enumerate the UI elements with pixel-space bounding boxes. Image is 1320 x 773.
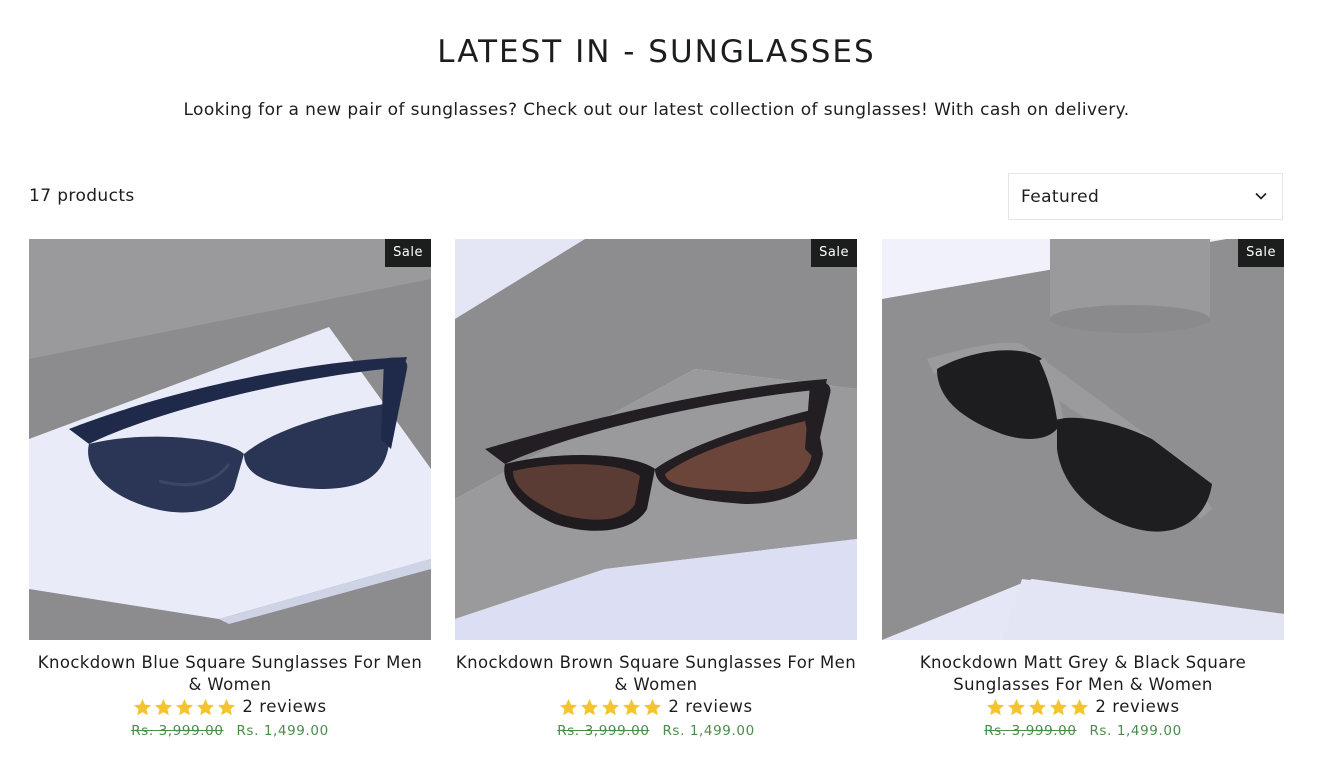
star-icon — [560, 698, 578, 715]
collection-title: LATEST IN - SUNGLASSES — [437, 34, 876, 70]
product-title[interactable]: Knockdown Matt Grey & Black Square Sungl… — [882, 652, 1284, 696]
review-count[interactable]: 2 reviews — [1095, 696, 1179, 718]
collection-description: Looking for a new pair of sunglasses? Ch… — [183, 100, 1130, 120]
sort-selected-value: Featured — [1021, 186, 1100, 207]
sale-badge: Sale — [1238, 239, 1284, 267]
product-count: 17 products — [29, 186, 135, 206]
star-icon — [581, 698, 599, 715]
star-icon — [1008, 698, 1026, 715]
sale-price: Rs. 1,499.00 — [236, 723, 329, 739]
star-icon — [155, 698, 173, 715]
compare-at-price: Rs. 3,999.00 — [984, 723, 1077, 739]
compare-at-price: Rs. 3,999.00 — [557, 723, 650, 739]
review-count[interactable]: 2 reviews — [242, 696, 326, 718]
sale-badge: Sale — [385, 239, 431, 267]
sale-price: Rs. 1,499.00 — [662, 723, 755, 739]
sale-badge: Sale — [811, 239, 857, 267]
product-rating[interactable]: 2 reviews — [455, 696, 857, 718]
star-icon — [1050, 698, 1068, 715]
product-image[interactable]: Sale — [882, 239, 1284, 640]
star-rating — [986, 698, 1089, 717]
sale-price: Rs. 1,499.00 — [1089, 723, 1182, 739]
product-title[interactable]: Knockdown Blue Square Sunglasses For Men… — [29, 652, 431, 696]
product-price: Rs. 3,999.00 Rs. 1,499.00 — [455, 723, 857, 739]
review-count[interactable]: 2 reviews — [668, 696, 752, 718]
star-icon — [987, 698, 1005, 715]
star-icon — [644, 698, 662, 715]
product-card[interactable]: Sale Knockdown Blue Square Sunglasses Fo… — [29, 239, 431, 739]
product-card[interactable]: Sale Knockdown Brown Square Sunglasses F… — [455, 239, 857, 739]
star-icon — [197, 698, 215, 715]
star-icon — [134, 698, 152, 715]
compare-at-price: Rs. 3,999.00 — [131, 723, 224, 739]
product-image[interactable]: Sale — [455, 239, 857, 640]
star-icon — [218, 698, 236, 715]
sort-select[interactable]: Featured — [1008, 173, 1283, 220]
product-rating[interactable]: 2 reviews — [29, 696, 431, 718]
star-icon — [176, 698, 194, 715]
product-card[interactable]: Sale Knockdown Matt Grey & Black Square … — [882, 239, 1284, 739]
product-price: Rs. 3,999.00 Rs. 1,499.00 — [882, 723, 1284, 739]
star-icon — [602, 698, 620, 715]
product-image[interactable]: Sale — [29, 239, 431, 640]
star-icon — [623, 698, 641, 715]
star-rating — [133, 698, 236, 717]
product-price: Rs. 3,999.00 Rs. 1,499.00 — [29, 723, 431, 739]
star-icon — [1029, 698, 1047, 715]
star-rating — [559, 698, 662, 717]
chevron-down-icon — [1255, 192, 1267, 200]
star-icon — [1071, 698, 1089, 715]
product-rating[interactable]: 2 reviews — [882, 696, 1284, 718]
product-title[interactable]: Knockdown Brown Square Sunglasses For Me… — [455, 652, 857, 696]
